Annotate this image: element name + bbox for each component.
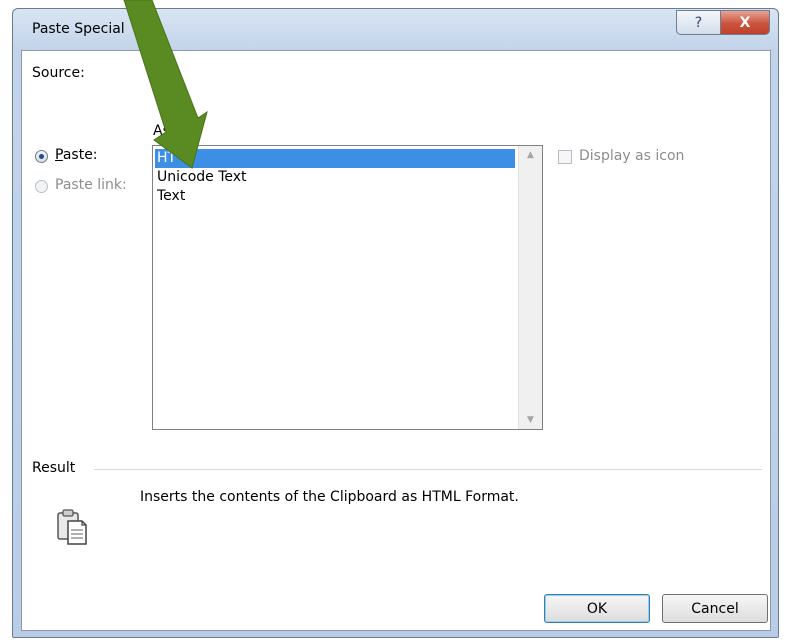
annotation-arrow-icon (123, 0, 208, 169)
